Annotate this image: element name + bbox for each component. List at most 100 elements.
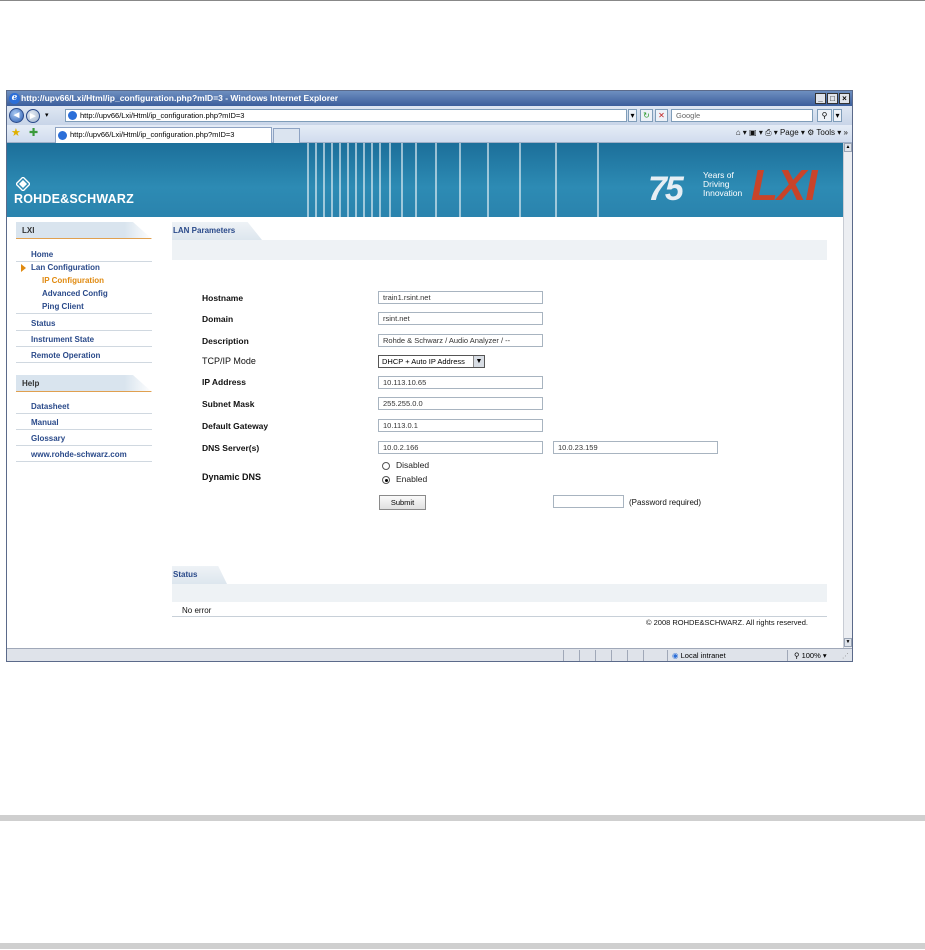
refresh-icon[interactable]: ↻: [640, 109, 653, 122]
zoom-control[interactable]: ⚲ 100% ▾: [787, 650, 839, 661]
page-menu[interactable]: Page ▾: [780, 128, 805, 137]
sidebar-item-datasheet[interactable]: Datasheet: [16, 401, 152, 414]
new-tab-button[interactable]: [273, 128, 300, 143]
password-note: (Password required): [629, 498, 702, 507]
footer-divider: [172, 616, 827, 617]
ie-logo-icon: e: [9, 93, 20, 104]
history-dropdown-icon[interactable]: ▾: [45, 111, 49, 119]
lxi-logo: LXI: [751, 161, 817, 210]
domain-field[interactable]: rsint.net: [378, 312, 543, 325]
submit-button[interactable]: Submit: [379, 495, 426, 510]
sidebar-item-manual[interactable]: Manual: [16, 417, 152, 430]
resize-grip-icon[interactable]: ⋰: [842, 652, 849, 660]
subnet-mask-field[interactable]: 255.255.0.0: [378, 397, 543, 410]
forward-arrow-icon[interactable]: ►: [26, 109, 40, 123]
dns-servers-label: DNS Server(s): [202, 443, 260, 453]
anniversary-text: Years of Driving Innovation: [703, 171, 742, 198]
security-zone: ◉ Local intranet: [667, 650, 787, 661]
close-button[interactable]: ×: [839, 93, 850, 104]
sidebar-item-lan-configuration[interactable]: Lan Configuration: [16, 262, 152, 274]
brand-logo-text: ROHDE&SCHWARZ: [14, 192, 134, 206]
domain-label: Domain: [202, 314, 234, 324]
stop-icon[interactable]: ✕: [655, 109, 668, 122]
search-options-icon[interactable]: ▾: [833, 109, 842, 122]
sidebar-item-ping-client[interactable]: Ping Client: [16, 301, 152, 314]
maximize-button[interactable]: □: [827, 93, 838, 104]
anniversary-number: 75: [648, 170, 684, 208]
feeds-icon[interactable]: ▣: [749, 128, 757, 137]
password-field[interactable]: [553, 495, 624, 508]
search-input[interactable]: Google: [671, 109, 813, 122]
hostname-label: Hostname: [202, 293, 244, 303]
title-bar: e http://upv66/Lxi/Html/ip_configuration…: [7, 91, 852, 106]
lan-configuration-label: Lan Configuration: [31, 263, 100, 272]
page-icon: [68, 111, 77, 120]
sidebar-item-home[interactable]: Home: [16, 249, 152, 262]
home-icon[interactable]: ⌂: [736, 128, 741, 137]
tab-current[interactable]: http://upv66/Lxi/Html/ip_configuration.p…: [55, 127, 272, 143]
ddns-enabled-radio[interactable]: [382, 476, 390, 484]
rohde-schwarz-diamond-icon: [16, 177, 30, 191]
chevron-right-icon[interactable]: »: [844, 128, 848, 137]
add-favorite-icon[interactable]: ✚: [29, 127, 38, 140]
browser-window: e http://upv66/Lxi/Html/ip_configuration…: [6, 90, 853, 662]
ddns-enabled-label: Enabled: [396, 474, 428, 484]
vertical-scrollbar[interactable]: ▲ ▼: [843, 143, 852, 648]
subnet-mask-label: Subnet Mask: [202, 399, 255, 409]
tab-bar: ★ ✚ http://upv66/Lxi/Html/ip_configurati…: [7, 125, 852, 143]
tab-label: http://upv66/Lxi/Html/ip_configuration.p…: [70, 130, 235, 139]
anniversary-line3: Innovation: [703, 188, 743, 198]
sidebar-item-remote-operation[interactable]: Remote Operation: [16, 350, 152, 363]
ip-address-field[interactable]: 10.113.10.65: [378, 376, 543, 389]
print-icon[interactable]: ⎙: [765, 128, 771, 137]
separator-bar-2: [0, 943, 925, 949]
tools-menu[interactable]: ⚙ Tools ▾: [807, 128, 841, 137]
description-field[interactable]: Rohde & Schwarz / Audio Analyzer / --: [378, 334, 543, 347]
sidebar-item-advanced-config[interactable]: Advanced Config: [16, 288, 152, 300]
window-controls: _ □ ×: [815, 93, 850, 104]
tab-page-icon: [58, 131, 67, 140]
hostname-field[interactable]: train1.rsint.net: [378, 291, 543, 304]
scroll-down-icon[interactable]: ▼: [844, 638, 852, 647]
dns-server-1-field[interactable]: 10.0.2.166: [378, 441, 543, 454]
expand-arrow-icon: [21, 264, 26, 272]
url-dropdown-icon[interactable]: ▾: [628, 109, 637, 122]
page-viewport: ROHDE&SCHWARZ 75 Years of Driving Innova…: [7, 143, 843, 648]
sidebar-item-website[interactable]: www.rohde-schwarz.com: [16, 449, 152, 462]
copyright-text: © 2008 ROHDE&SCHWARZ. All rights reserve…: [646, 618, 808, 627]
sidebar-heading-lxi: LXI: [16, 222, 152, 239]
dns-server-2-field[interactable]: 10.0.23.159: [553, 441, 718, 454]
top-rule: [0, 0, 925, 1]
dynamic-dns-label: Dynamic DNS: [202, 472, 262, 482]
ddns-disabled-label: Disabled: [396, 460, 430, 470]
tools-menu-label: Tools: [816, 128, 836, 137]
description-label: Description: [202, 336, 249, 346]
sidebar-heading-help: Help: [16, 375, 152, 392]
zoom-level: 100%: [801, 651, 821, 660]
favorites-star-icon[interactable]: ★: [11, 127, 21, 140]
sidebar-item-glossary[interactable]: Glossary: [16, 433, 152, 446]
minimize-button[interactable]: _: [815, 93, 826, 104]
lan-parameters-title: LAN Parameters: [173, 226, 236, 235]
intranet-globe-icon: ◉: [672, 651, 679, 660]
command-bar: ⌂ ▾ ▣ ▾ ⎙ ▾ Page ▾ ⚙ Tools ▾ »: [735, 128, 848, 137]
security-zone-label: Local intranet: [680, 651, 726, 660]
back-arrow-icon[interactable]: ◄: [9, 108, 24, 123]
sidebar-item-status[interactable]: Status: [16, 318, 152, 331]
tcpip-mode-value: DHCP + Auto IP Address: [382, 357, 465, 366]
status-section-title: Status: [173, 570, 198, 579]
sidebar-item-instrument-state[interactable]: Instrument State: [16, 334, 152, 347]
search-placeholder: Google: [676, 111, 701, 120]
sidebar: LXI Home Lan Configuration IP Configurat…: [7, 217, 167, 648]
default-gateway-field[interactable]: 10.113.0.1: [378, 419, 543, 432]
tcpip-mode-select[interactable]: DHCP + Auto IP Address ▼: [378, 355, 485, 368]
chevron-down-icon: ▼: [473, 356, 484, 367]
sidebar-item-ip-configuration[interactable]: IP Configuration: [16, 275, 152, 287]
scroll-up-icon[interactable]: ▲: [844, 143, 852, 152]
tcpip-mode-label: TCP/IP Mode: [202, 356, 256, 366]
ddns-disabled-radio[interactable]: [382, 462, 390, 470]
lan-parameters-bar: [172, 240, 827, 260]
default-gateway-label: Default Gateway: [202, 421, 269, 431]
url-input[interactable]: http://upv66/Lxi/Html/ip_configuration.p…: [65, 109, 627, 122]
search-icon[interactable]: ⚲: [817, 109, 832, 122]
